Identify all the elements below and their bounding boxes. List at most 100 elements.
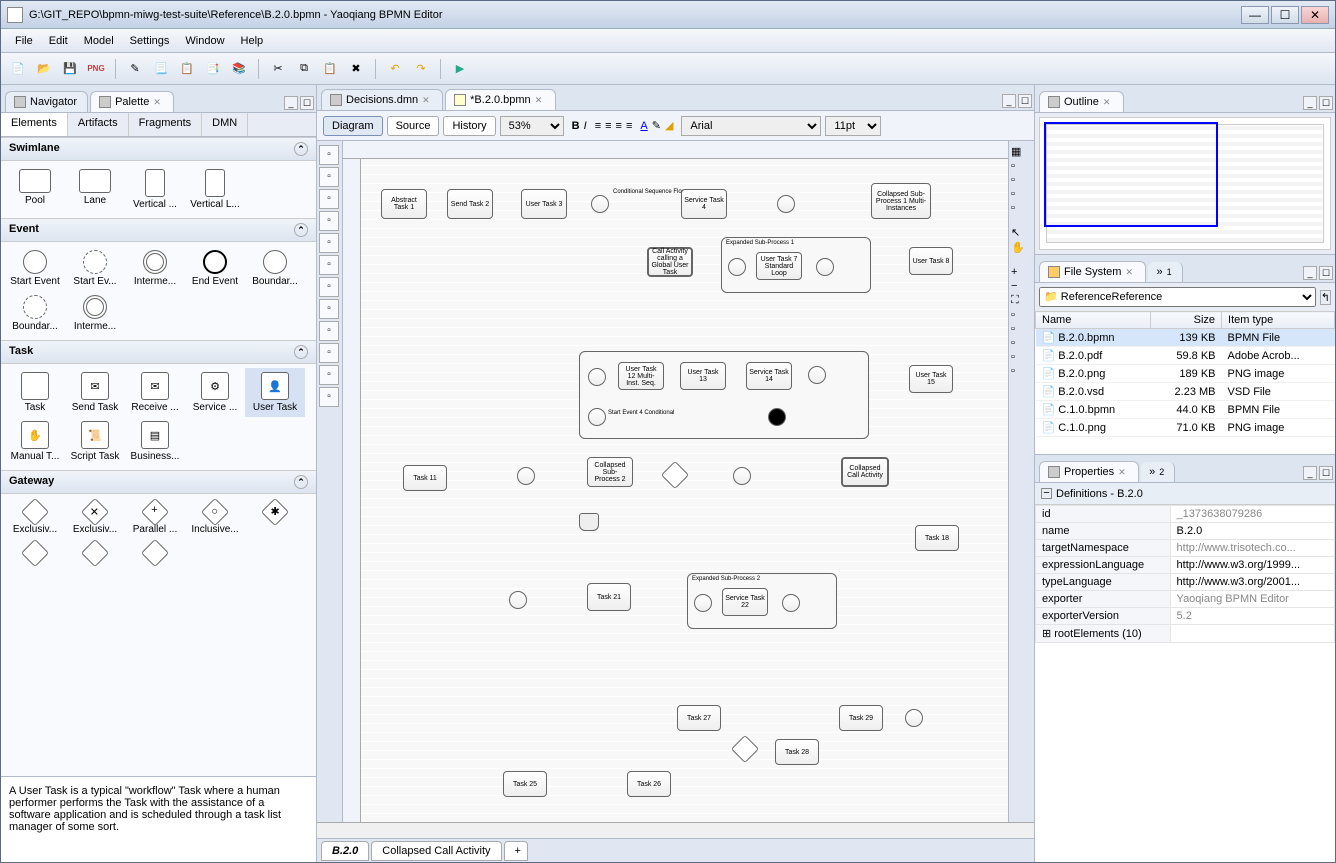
- vtool-1[interactable]: ▫: [319, 145, 339, 165]
- open-icon[interactable]: 📂: [33, 58, 55, 80]
- vtool-9[interactable]: ▫: [319, 321, 339, 341]
- outline-thumbnail[interactable]: [1039, 117, 1331, 250]
- fs-row[interactable]: 📄 C.1.0.bpmn44.0 KBBPMN File: [1036, 401, 1335, 419]
- node-service-task-4[interactable]: Service Task 4: [681, 189, 727, 219]
- menu-help[interactable]: Help: [233, 33, 272, 49]
- cut-icon[interactable]: ✂: [267, 58, 289, 80]
- rtool-12[interactable]: ▫: [1011, 365, 1032, 377]
- node-event[interactable]: [591, 195, 609, 213]
- section-gateway[interactable]: Gateway⌃: [1, 470, 316, 494]
- tab-properties[interactable]: Properties✕: [1039, 461, 1139, 482]
- close-icon[interactable]: ✕: [1103, 97, 1113, 107]
- fill-icon[interactable]: ◢: [665, 119, 673, 132]
- node-user-task-3[interactable]: User Task 3: [521, 189, 567, 219]
- tab-fs-extra[interactable]: »1: [1148, 262, 1182, 282]
- section-event[interactable]: Event⌃: [1, 218, 316, 242]
- palette-intermediate[interactable]: Interme...: [125, 246, 185, 291]
- run-icon[interactable]: ▶: [449, 58, 471, 80]
- node-ee6[interactable]: [782, 594, 800, 612]
- prop-row[interactable]: exporterYaoqiang BPMN Editor: [1036, 591, 1335, 608]
- minimize-button[interactable]: —: [1241, 6, 1269, 24]
- vtool-5[interactable]: ▫: [319, 233, 339, 253]
- palette-business-task[interactable]: ▤Business...: [125, 417, 185, 466]
- palette-gw5[interactable]: ✱: [245, 498, 305, 539]
- rtool-11[interactable]: ▫: [1011, 351, 1032, 363]
- palette-script-task[interactable]: 📜Script Task: [65, 417, 125, 466]
- node-excl-gw-3[interactable]: [661, 461, 689, 489]
- diagram-surface[interactable]: Abstract Task 1 Send Task 2 User Task 3 …: [361, 159, 1008, 822]
- palette-boundary-ni[interactable]: Boundar...: [5, 291, 65, 336]
- tab-outline[interactable]: Outline✕: [1039, 91, 1124, 112]
- node-user-task-7[interactable]: User Task 7 Standard Loop: [756, 252, 802, 280]
- node-start-event-3[interactable]: [588, 368, 606, 386]
- palette-boundary[interactable]: Boundar...: [245, 246, 305, 291]
- node-send-task-2[interactable]: Send Task 2: [447, 189, 493, 219]
- collapse-icon[interactable]: ⌃: [294, 223, 308, 237]
- minimize-panel-icon[interactable]: _: [1303, 266, 1317, 280]
- zoom-select[interactable]: 53%: [500, 116, 564, 136]
- node-task-11[interactable]: Task 11: [403, 465, 447, 491]
- close-icon[interactable]: ✕: [1125, 267, 1135, 277]
- palette-gw8[interactable]: [125, 539, 185, 569]
- palette-task[interactable]: Task: [5, 368, 65, 417]
- doc2-icon[interactable]: 📋: [176, 58, 198, 80]
- paste-icon[interactable]: 📋: [319, 58, 341, 80]
- align-left-icon[interactable]: ≡: [595, 120, 601, 132]
- node-service-task-14[interactable]: Service Task 14: [746, 362, 792, 390]
- align-just-icon[interactable]: ≡: [626, 120, 632, 132]
- fs-row[interactable]: 📄 B.2.0.vsd2.23 MBVSD File: [1036, 383, 1335, 401]
- tab-palette[interactable]: Palette✕: [90, 91, 174, 112]
- prop-row[interactable]: typeLanguagehttp://www.w3.org/2001...: [1036, 574, 1335, 591]
- fs-col-size[interactable]: Size: [1150, 312, 1221, 329]
- palette-end-event[interactable]: End Event: [185, 246, 245, 291]
- view-history[interactable]: History: [443, 116, 495, 136]
- node-ie-msg-catch-2[interactable]: [509, 591, 527, 609]
- italic-icon[interactable]: I: [584, 120, 587, 132]
- node-ie-msg-throw[interactable]: [733, 467, 751, 485]
- menu-model[interactable]: Model: [76, 33, 122, 49]
- btab-collapsed[interactable]: Collapsed Call Activity: [371, 841, 501, 861]
- rtool-8[interactable]: ▫: [1011, 309, 1032, 321]
- outline-viewport[interactable]: [1044, 122, 1218, 227]
- node-collapsed-call[interactable]: Collapsed Call Activity: [841, 457, 889, 487]
- fs-up-icon[interactable]: ↰: [1320, 290, 1331, 305]
- collapse-icon[interactable]: −: [1041, 488, 1052, 499]
- rtool-2[interactable]: ▫: [1011, 160, 1032, 172]
- view-source[interactable]: Source: [387, 116, 440, 136]
- new-icon[interactable]: 📄: [7, 58, 29, 80]
- subtab-elements[interactable]: Elements: [1, 113, 68, 136]
- stack-icon[interactable]: 📚: [228, 58, 250, 80]
- node-signal-throw[interactable]: [777, 195, 795, 213]
- minimize-panel-icon[interactable]: _: [1002, 94, 1016, 108]
- vtool-10[interactable]: ▫: [319, 343, 339, 363]
- minimize-panel-icon[interactable]: _: [1303, 96, 1317, 110]
- palette-gw7[interactable]: [65, 539, 125, 569]
- palette-inclusive[interactable]: ○Inclusive...: [185, 498, 245, 539]
- node-task-25[interactable]: Task 25: [503, 771, 547, 797]
- palette-receive-task[interactable]: ✉Receive ...: [125, 368, 185, 417]
- node-gw[interactable]: [731, 735, 759, 763]
- node-user-task-8[interactable]: User Task 8: [909, 247, 953, 275]
- vtool-12[interactable]: ▫: [319, 387, 339, 407]
- node-task-28[interactable]: Task 28: [775, 739, 819, 765]
- copy2-icon[interactable]: ⧉: [293, 58, 315, 80]
- tab-props-extra[interactable]: »2: [1141, 462, 1175, 482]
- close-button[interactable]: ✕: [1301, 6, 1329, 24]
- fontsize-select[interactable]: 11pt: [825, 116, 881, 136]
- canvas[interactable]: Abstract Task 1 Send Task 2 User Task 3 …: [343, 141, 1008, 822]
- minimize-panel-icon[interactable]: _: [284, 96, 298, 110]
- node-datastore[interactable]: [579, 513, 599, 531]
- highlight-icon[interactable]: ✎: [652, 119, 661, 132]
- rtool-fit[interactable]: ⛶: [1011, 294, 1032, 307]
- maximize-button[interactable]: ☐: [1271, 6, 1299, 24]
- maximize-panel-icon[interactable]: ☐: [300, 96, 314, 110]
- prop-row[interactable]: nameB.2.0: [1036, 523, 1335, 540]
- node-task-26[interactable]: Task 26: [627, 771, 671, 797]
- palette-exclusive-x[interactable]: ✕Exclusiv...: [65, 498, 125, 539]
- maximize-panel-icon[interactable]: ☐: [1319, 96, 1333, 110]
- fs-row[interactable]: 📄 B.2.0.bpmn139 KBBPMN File: [1036, 329, 1335, 347]
- edit-icon[interactable]: ✎: [124, 58, 146, 80]
- section-task[interactable]: Task⌃: [1, 340, 316, 364]
- prop-row[interactable]: expressionLanguagehttp://www.w3.org/1999…: [1036, 557, 1335, 574]
- fs-row[interactable]: 📄 B.2.0.png189 KBPNG image: [1036, 365, 1335, 383]
